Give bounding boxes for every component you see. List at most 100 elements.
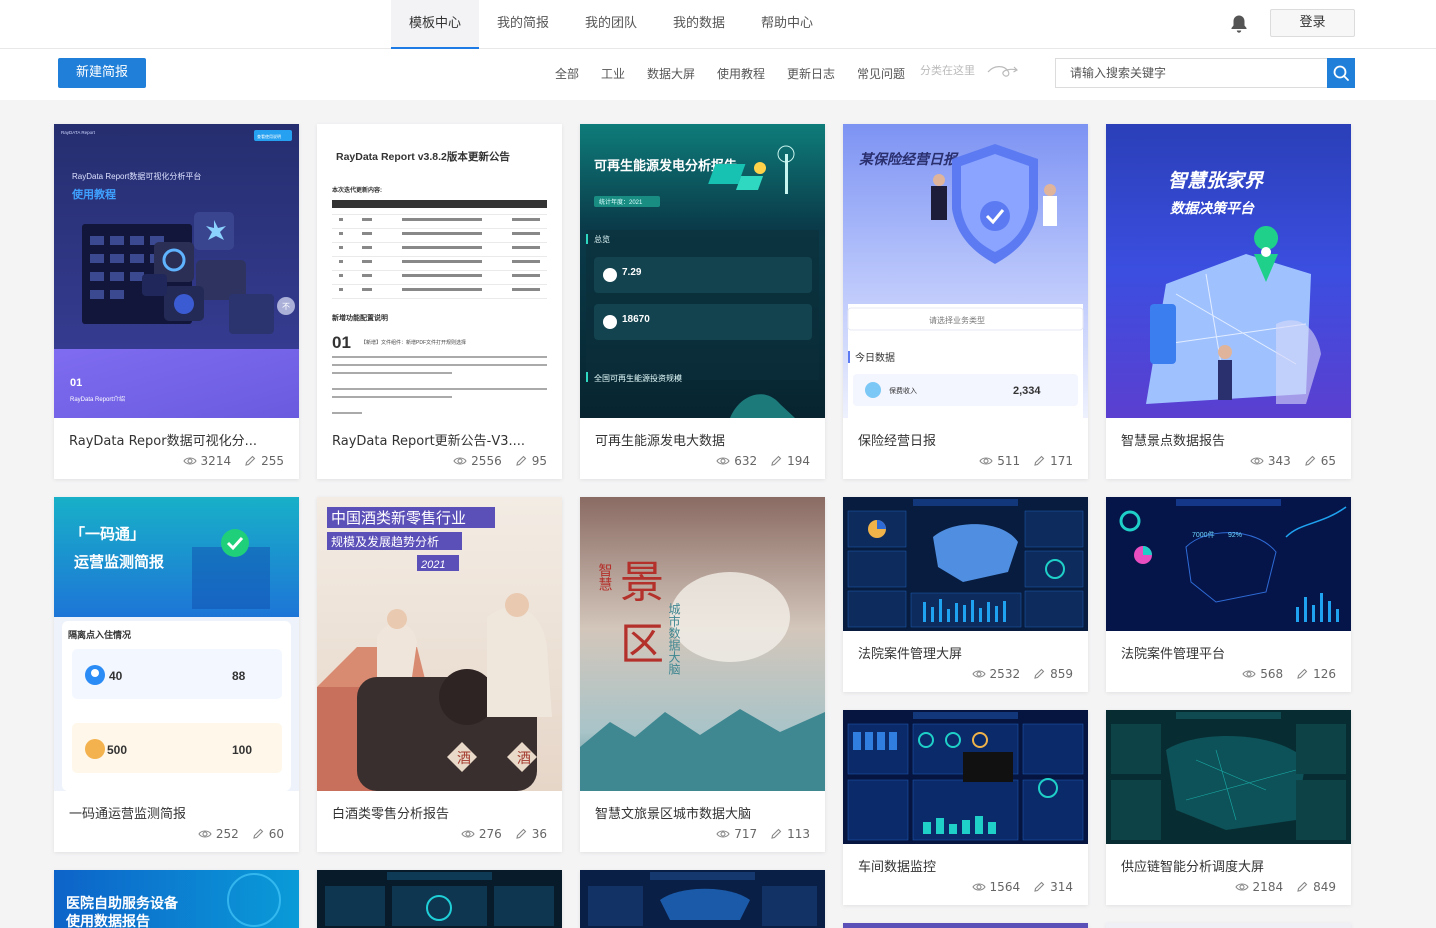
pen-icon [516,828,526,839]
view-count: 2532 [989,667,1021,681]
svg-text:中国酒类新零售行业: 中国酒类新零售行业 [331,510,466,527]
card-thumbnail [843,710,1088,844]
template-card[interactable]: 医院自助服务设备 使用数据报告 [54,870,299,928]
template-card[interactable]: RayDATA Report 查看使用说明 RayData Report数据可视… [54,124,299,479]
view-count: 511 [997,454,1021,468]
eye-icon [971,670,986,678]
svg-text:医院自助服务设备: 医院自助服务设备 [66,895,179,911]
template-card[interactable]: 法院案件管理大屏 2532 859 [843,497,1088,692]
svg-text:酒: 酒 [517,751,531,767]
top-nav: 模板中心 我的简报 我的团队 我的数据 帮助中心 登录 [0,0,1436,49]
view-count: 568 [1260,667,1284,681]
card-title: 法院案件管理平台 [1121,647,1226,662]
card-stats: 511 171 [979,454,1073,468]
template-card[interactable]: 「一码通」 运营监测简报 隔离点入住情况 40 88 500 100 一码通运营… [54,497,299,852]
tab-my-reports[interactable]: 我的简报 [479,0,567,49]
category-tutorial[interactable]: 使用教程 [717,65,765,82]
card-title: 白酒类零售分析报告 [332,807,450,822]
category-data-screen[interactable]: 数据大屏 [647,65,695,82]
svg-text:RayData Report数据可视化分析平台: RayData Report数据可视化分析平台 [72,171,201,181]
card-stats: 1564 314 [971,880,1073,894]
svg-text:景: 景 [620,558,664,607]
like-count: 113 [787,827,810,841]
like-count: 859 [1050,667,1073,681]
template-card[interactable]: 可再生能源发电分析报告 统计年度：2021 总览 7.29 18670 全国可再… [580,124,825,479]
view-count: 2556 [471,454,502,468]
card-title: 保险经营日报 [858,434,937,449]
card-stats: 3214 255 [182,454,284,468]
card-stats: 2556 95 [453,454,547,468]
tab-template-center[interactable]: 模板中心 [391,0,479,49]
card-stats: 717 113 [716,827,810,841]
pen-icon [771,828,782,839]
svg-text:使用数据报告: 使用数据报告 [65,913,150,928]
svg-text:新增功能配置说明: 新增功能配置说明 [332,313,388,322]
svg-text:规模及发展趋势分析: 规模及发展趋势分析 [331,534,439,549]
template-card[interactable]: 某保险经营日报 请选择业务类型 今日数据 保费收入 2,334 保险经营日报 5… [843,124,1088,479]
template-card[interactable]: 供应链智能分析调度大屏 2184 849 [1106,710,1351,905]
new-report-button[interactable]: 新建简报 [58,58,146,88]
tab-my-team[interactable]: 我的团队 [567,0,655,49]
bell-icon[interactable] [1230,14,1248,34]
template-card[interactable] [580,870,825,928]
template-card[interactable] [317,870,562,928]
card-thumbnail: 「一码通」 运营监测简报 隔离点入住情况 40 88 500 100 [54,497,299,791]
svg-text:运营监测简报: 运营监测简报 [74,553,164,571]
card-thumbnail: 可再生能源发电分析报告 统计年度：2021 总览 7.29 18670 全国可再… [580,124,825,418]
card-thumbnail: 某保险经营日报 请选择业务类型 今日数据 保费收入 2,334 [843,124,1088,418]
template-card[interactable]: 景 区 智慧 城市数据大脑 智慧文旅景区城市数据大脑 717 113 [580,497,825,852]
eye-icon [716,830,730,838]
svg-text:RayDATA Report: RayDATA Report [61,130,96,135]
like-count: 255 [261,454,284,468]
pen-icon [1034,455,1045,466]
template-card[interactable]: 车间数据监控 1564 314 [843,710,1088,905]
category-faq[interactable]: 常见问题 [857,65,905,82]
view-count: 632 [734,454,758,468]
view-count: 717 [734,827,758,841]
template-card[interactable]: 中国酒类新零售行业 规模及发展趋势分析 2021 酒 酒 白酒类零售分析报告 2… [317,497,562,852]
view-count: 252 [215,827,239,841]
like-count: 194 [787,454,810,468]
card-title: 可再生能源发电大数据 [595,434,726,449]
svg-text:2,334: 2,334 [1013,385,1041,397]
like-count: 60 [268,827,284,841]
category-all[interactable]: 全部 [555,65,579,82]
card-title: 供应链智能分析调度大屏 [1121,860,1265,875]
tab-help-center[interactable]: 帮助中心 [743,0,831,49]
svg-text:18670: 18670 [622,314,650,325]
pen-icon [253,828,263,839]
pen-icon [1034,881,1045,892]
search-button[interactable] [1327,58,1355,88]
card-thumbnail: 景 区 智慧 城市数据大脑 [580,497,825,791]
eye-icon [461,830,475,838]
search-icon [1333,65,1349,81]
category-industry[interactable]: 工业 [601,65,625,82]
svg-text:隔离点入住情况: 隔离点入住情况 [68,629,131,640]
like-count: 65 [1320,454,1336,468]
like-count: 314 [1050,880,1073,894]
search-input[interactable] [1055,58,1327,88]
template-card[interactable]: 7000件 92% 法院案件管理平台 568 126 [1106,497,1351,692]
card-thumbnail [843,497,1088,631]
svg-text:今日数据: 今日数据 [855,351,895,364]
template-card[interactable] [843,923,1088,928]
tab-my-data[interactable]: 我的数据 [655,0,743,49]
toolbar: 新建简报 全部 工业 数据大屏 使用教程 更新日志 常见问题 分类在这里 [0,49,1436,100]
pen-icon [1034,668,1045,679]
svg-text:92%: 92% [1228,532,1242,539]
svg-text:【新增】文件组件：新增PDF文件打开规则选择: 【新增】文件组件：新增PDF文件打开规则选择 [361,339,466,346]
svg-text:保费收入: 保费收入 [889,386,917,395]
eye-icon [971,883,986,891]
card-thumbnail [580,870,825,928]
category-changelog[interactable]: 更新日志 [787,65,835,82]
svg-text:7000件: 7000件 [1192,530,1215,539]
login-button[interactable]: 登录 [1270,9,1355,37]
eye-icon [182,457,197,465]
card-title: RayData Report更新公告-V3.... [332,434,526,449]
template-card[interactable]: 智慧张家界 数据决策平台 智慧景点数据报告 343 65 [1106,124,1351,479]
template-card[interactable] [1106,923,1351,928]
eye-icon [453,457,467,465]
template-card[interactable]: RayData Report v3.8.2版本更新公告 本次迭代更新内容: 新增… [317,124,562,479]
svg-text:查看使用说明: 查看使用说明 [257,133,281,139]
svg-text:500: 500 [107,743,127,757]
